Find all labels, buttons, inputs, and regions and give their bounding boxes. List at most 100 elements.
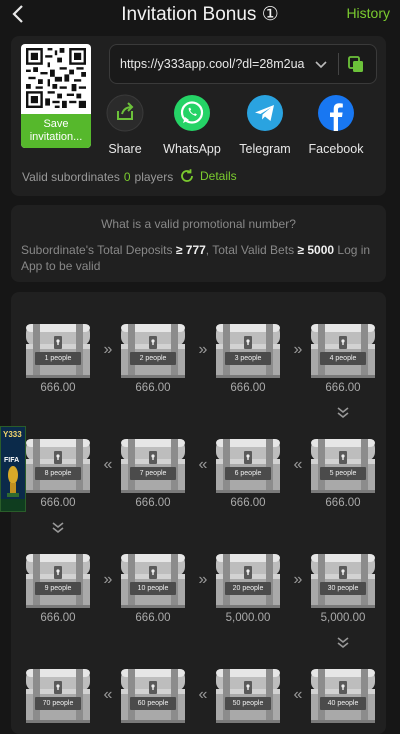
treasure-chest-icon: [216, 669, 280, 723]
qr-pattern: [26, 48, 86, 108]
reward-chest[interactable]: 5 people: [308, 435, 378, 495]
reward-amount: 666.00: [40, 382, 76, 394]
facebook-icon: [318, 95, 354, 131]
arrow-down-icon: [52, 522, 64, 534]
treasure-chest-icon: [311, 324, 375, 378]
chest-label: 1 people: [35, 352, 81, 365]
chest-label: 30 people: [320, 582, 366, 595]
copy-icon[interactable]: [348, 56, 364, 73]
reward-amount: 666.00: [230, 382, 266, 394]
chest-label: 4 people: [320, 352, 366, 365]
reward-chest[interactable]: 70 people: [23, 665, 93, 725]
reward-chest[interactable]: 9 people: [23, 550, 93, 610]
telegram-icon: [247, 95, 283, 131]
reward-amount: 666.00: [230, 497, 266, 509]
reward-chest[interactable]: 4 people: [308, 320, 378, 380]
chest-label: 2 people: [130, 352, 176, 365]
chest-label: 60 people: [130, 697, 176, 710]
invite-link-field[interactable]: https://y333app.cool/?dl=28m2ua: [109, 44, 377, 84]
floating-ad-banner[interactable]: Y333 FIFA: [0, 426, 26, 512]
bet-threshold: ≥ 5000: [297, 243, 335, 257]
treasure-chest-icon: [311, 439, 375, 493]
arrow-down-icon: [337, 637, 349, 649]
arrow-down-icon: [337, 407, 349, 419]
chest-label: 10 people: [130, 582, 176, 595]
chest-label: 9 people: [35, 582, 81, 595]
reward-chest[interactable]: 7 people: [118, 435, 188, 495]
refresh-icon: [181, 169, 193, 182]
reward-chest[interactable]: 8 people: [23, 435, 93, 495]
arrow-left-icon: «: [198, 456, 208, 473]
chest-label: 5 people: [320, 467, 366, 480]
share-icon: [106, 94, 144, 132]
arrow-right-icon: »: [293, 571, 303, 588]
reward-amount: 666.00: [325, 382, 361, 394]
reward-chests-card: 1 people 666.00 2 people 666.00 3 people 66…: [11, 292, 386, 734]
reward-chest[interactable]: 50 people: [213, 665, 283, 725]
valid-subordinates-label: Valid subordinates: [22, 170, 120, 184]
treasure-chest-icon: [216, 439, 280, 493]
reward-amount: 666.00: [40, 497, 76, 509]
whatsapp-button[interactable]: WhatsApp: [157, 94, 227, 156]
deposit-threshold: ≥ 777: [175, 243, 206, 257]
details-link[interactable]: Details: [179, 168, 237, 184]
reward-amount: 666.00: [135, 497, 171, 509]
players-label: players: [134, 170, 174, 184]
arrow-right-icon: »: [198, 341, 208, 358]
qr-code[interactable]: Save invitation...: [21, 44, 91, 148]
treasure-chest-icon: [26, 324, 90, 378]
reward-chest[interactable]: 3 people: [213, 320, 283, 380]
chest-label: 70 people: [35, 697, 81, 710]
treasure-chest-icon: [311, 669, 375, 723]
reward-amount: 666.00: [135, 382, 171, 394]
reward-chest[interactable]: 2 people: [118, 320, 188, 380]
arrow-right-icon: »: [103, 571, 113, 588]
arrow-left-icon: «: [198, 686, 208, 703]
info-rule: Subordinate's Total Deposits ≥ 777, Tota…: [21, 242, 376, 274]
chest-label: 50 people: [225, 697, 271, 710]
header-bar: Invitation Bonus ① History: [0, 0, 400, 30]
reward-chest[interactable]: 30 people: [308, 550, 378, 610]
reward-chest[interactable]: 60 people: [118, 665, 188, 725]
whatsapp-label: WhatsApp: [163, 142, 221, 156]
reward-chest[interactable]: 10 people: [118, 550, 188, 610]
treasure-chest-icon: [216, 554, 280, 608]
save-invitation-button[interactable]: Save invitation...: [21, 114, 91, 148]
fifa-trophy-icon: [1, 427, 25, 511]
reward-chest[interactable]: 6 people: [213, 435, 283, 495]
share-button[interactable]: Share: [90, 94, 160, 156]
history-link[interactable]: History: [346, 5, 390, 21]
invite-link-text: https://y333app.cool/?dl=28m2ua: [120, 57, 305, 71]
treasure-chest-icon: [121, 324, 185, 378]
reward-amount: 5,000.00: [225, 612, 271, 624]
reward-amount: 5,000.00: [320, 612, 366, 624]
reward-chest[interactable]: 20 people: [213, 550, 283, 610]
arrow-left-icon: «: [103, 686, 113, 703]
arrow-left-icon: «: [293, 456, 303, 473]
chest-label: 7 people: [130, 467, 176, 480]
arrow-right-icon: »: [103, 341, 113, 358]
page-title: Invitation Bonus ①: [121, 4, 279, 25]
arrow-right-icon: »: [293, 341, 303, 358]
treasure-chest-icon: [121, 554, 185, 608]
share-label: Share: [108, 142, 142, 156]
telegram-button[interactable]: Telegram: [230, 94, 300, 156]
chevron-down-icon[interactable]: [314, 58, 328, 72]
reward-chest[interactable]: 40 people: [308, 665, 378, 725]
whatsapp-icon: [174, 95, 210, 131]
facebook-button[interactable]: Facebook: [301, 94, 371, 156]
arrow-right-icon: »: [198, 571, 208, 588]
valid-number-info-card: What is a valid promotional number? Subo…: [11, 205, 386, 282]
reward-chest[interactable]: 1 people: [23, 320, 93, 380]
chest-label: 3 people: [225, 352, 271, 365]
chest-label: 20 people: [225, 582, 271, 595]
rule-middle: , Total Valid Bets: [205, 243, 295, 257]
chest-label: 8 people: [35, 467, 81, 480]
reward-amount: 666.00: [325, 497, 361, 509]
share-card: Save invitation... https://y333app.cool/…: [11, 36, 386, 196]
reward-amount: 666.00: [135, 612, 171, 624]
treasure-chest-icon: [121, 669, 185, 723]
treasure-chest-icon: [26, 669, 90, 723]
reward-amount: 666.00: [40, 612, 76, 624]
treasure-chest-icon: [121, 439, 185, 493]
